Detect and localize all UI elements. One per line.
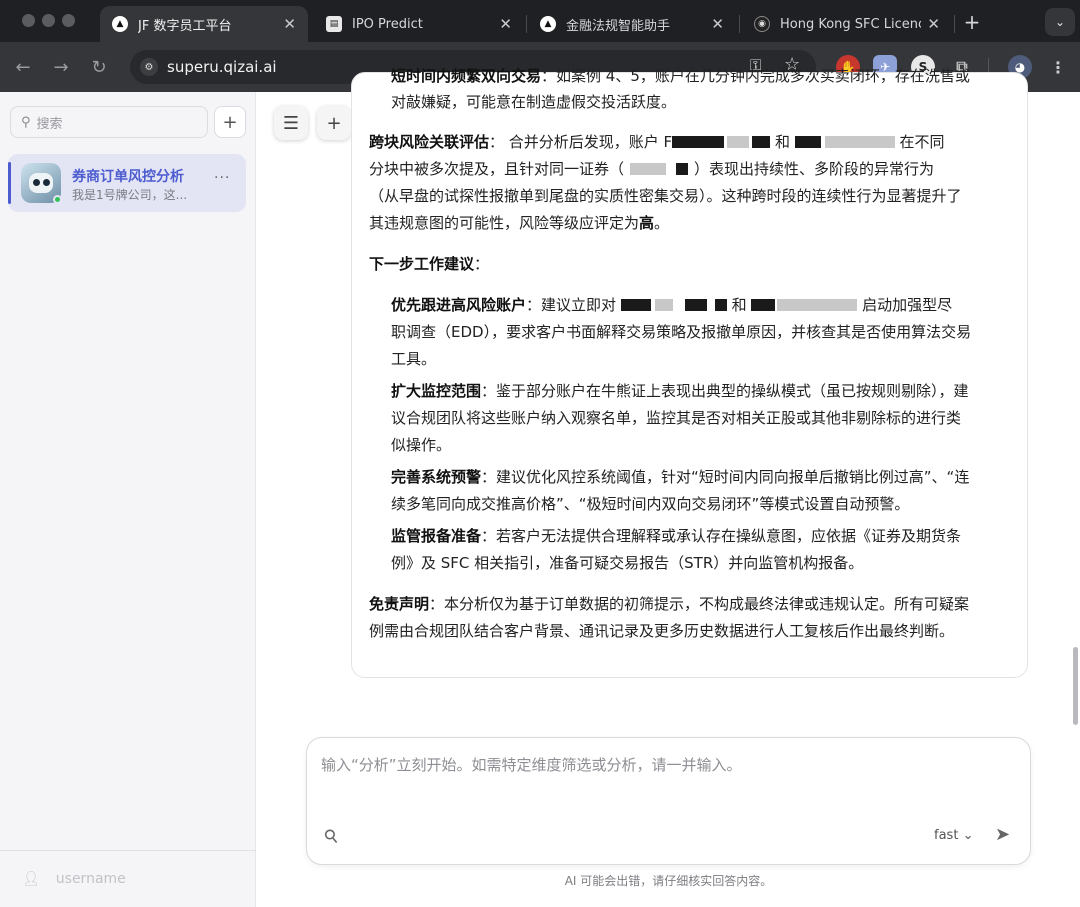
redacted-text [630,163,667,175]
url-text: superu.qizai.ai [167,58,277,76]
tab-separator [526,15,527,33]
user-icon: 👤︎ [22,871,40,887]
tab-separator [739,15,740,33]
redacted-text [777,299,858,311]
triangle-icon: ▲ [540,16,556,32]
tab-ipo-predict[interactable]: ▤ IPO Predict ✕ [314,6,524,42]
message-line: 短时间内频繁双向交易：如案例 4、5，账户在几分钟内完成多次买卖闭环，存在洗售或 [391,67,970,85]
close-icon[interactable]: ✕ [927,15,940,33]
disclaimer-line: 例需由合规团队结合客户背景、通讯记录及更多历史数据进行人工复核后作出最终判断。 [369,622,955,640]
username-label: username [55,871,126,887]
redacted-text [620,299,651,311]
message-line: 工具。 [391,350,437,368]
send-icon[interactable]: ➤ [995,824,1010,845]
sidebar: ⚲ 搜索 + 券商订单风控分析 我是1号牌公司，这... ··· 👤︎ user… [0,92,256,907]
user-profile[interactable]: 👤︎ username [0,850,256,907]
message-line: 续多笔同向成交推高价格”、“极短时间内双向交易闭环”等模式设置自动预警。 [391,495,910,513]
message-line: 分块中被多次提及，且针对同一证券（ ）表现出持续性、多阶段的异常行为 [369,160,935,178]
browser-titlebar: ▲ JF 数字员工平台 ✕ ▤ IPO Predict ✕ ▲ 金融法规智能助手… [0,0,1080,42]
disclaimer-line: 免责声明：本分析仅为基于订单数据的初筛提示，不构成最终法律或违规认定。所有可疑案 [369,595,970,613]
message-line: 完善系统预警：建议优化风控系统阈值，针对“短时间内同向报单后撤销比例过高”、“连 [391,468,970,486]
ipo-icon: ▤ [326,16,342,32]
app-window: ⚲ 搜索 + 券商订单风控分析 我是1号牌公司，这... ··· 👤︎ user… [0,67,1080,907]
search-input[interactable]: ⚲ 搜索 [10,106,208,138]
tab-sfc-licence[interactable]: ◉ Hong Kong SFC Licenc ✕ [742,6,952,42]
redacted-text [672,136,725,148]
reload-icon[interactable]: ↻ [86,54,112,80]
redacted-text [714,299,727,311]
close-icon[interactable]: ✕ [283,15,296,33]
tab-label: IPO Predict [352,16,423,32]
site-settings-icon[interactable]: ⚙ [140,58,158,76]
conversation-preview: 我是1号牌公司，这... [72,188,188,202]
tab-finance-assistant[interactable]: ▲ 金融法规智能助手 ✕ [528,6,736,42]
back-icon[interactable]: ← [10,54,36,80]
redacted-text [824,136,895,148]
message-line: 似操作。 [391,436,452,454]
tab-label: Hong Kong SFC Licenc [780,16,922,32]
message-line: 监管报备准备：若客户无法提供合理解释或承认存在操纵意图，应依据《证券及期货条 [391,527,962,545]
message-line: （从早盘的试探性报撤单到尾盘的实质性密集交易）。这种跨时段的连续性行为显著提升了 [369,187,962,205]
message-line: 职调查（EDD），要求客户书面解释交易策略及报撤单原因，并核查其是否使用算法交易 [391,323,972,341]
model-selector[interactable]: fast ⌄ [934,828,973,843]
tab-separator [954,15,955,33]
browser-menu-icon[interactable]: ⋮ [1046,55,1070,79]
triangle-icon: ▲ [112,16,128,32]
online-status-dot [53,195,62,204]
section-heading: 下一步工作建议： [369,255,490,273]
footer-disclaimer: AI 可能会出错，请仔细核实回答内容。 [564,874,773,888]
redacted-text [654,299,673,311]
tab-label: 金融法规智能助手 [566,18,671,34]
message-line: 扩大监控范围：鉴于部分账户在牛熊证上表现出典型的操纵模式（虽已按规则剔除），建 [391,382,969,400]
redacted-text [676,163,689,175]
search-placeholder: 搜索 [36,116,63,132]
window-close-button[interactable] [22,14,35,27]
attachment-paperclip-icon[interactable]: ⚲ [320,824,344,849]
chevron-down-icon: ⌄ [962,828,974,843]
window-minimize-button[interactable] [42,14,55,27]
window-zoom-button[interactable] [62,14,75,27]
assistant-message: 短时间内频繁双向交易：如案例 4、5，账户在几分钟内完成多次买卖闭环，存在洗售或… [351,67,1028,678]
message-line: 对敲嫌疑，可能意在制造虚假交投活跃度。 [391,93,677,111]
message-line: 跨块风险关联评估： 合并分析后发现，账户 F 和 在不同 [369,133,945,151]
redacted-text [727,136,750,148]
tab-jf-platform[interactable]: ▲ JF 数字员工平台 ✕ [100,6,308,42]
chat-input-placeholder[interactable]: 输入“分析”立刻开始。如需特定维度筛选或分析，请一并输入。 [321,754,742,775]
new-chat-button[interactable]: + [317,106,351,140]
menu-toggle-button[interactable]: ☰ [274,106,308,140]
new-tab-button[interactable]: + [960,10,984,34]
close-icon[interactable]: ✕ [499,15,512,33]
chat-composer[interactable]: 输入“分析”立刻开始。如需特定维度筛选或分析，请一并输入。 ⚲ fast ⌄ ➤ [306,737,1031,865]
redacted-text [752,136,771,148]
redacted-text [751,299,776,311]
tab-search-button[interactable]: ⌄ [1045,8,1075,36]
close-icon[interactable]: ✕ [711,15,724,33]
redacted-text [684,299,707,311]
tab-label: JF 数字员工平台 [138,18,232,34]
search-icon: ⚲ [21,114,31,130]
message-line: 其违规意图的可能性，风险等级应评定为高。 [369,214,670,232]
redacted-text [794,136,821,148]
active-indicator [8,162,11,204]
plus-icon: + [326,112,342,134]
conversation-item[interactable]: 券商订单风控分析 我是1号牌公司，这... ··· [8,154,246,212]
sfc-icon: ◉ [754,16,770,32]
hamburger-icon: ☰ [282,112,300,134]
message-line: 例》及 SFC 相关指引，准备可疑交易报告（STR）并向监管机构报备。 [391,554,864,572]
message-line: 优先跟进高风险账户：建议立即对 和 启动加强型尽 [391,296,953,314]
forward-icon[interactable]: → [48,54,74,80]
more-options-icon[interactable]: ··· [214,170,230,186]
conversation-title: 券商订单风控分析 [72,169,184,185]
message-line: 议合规团队将这些账户纳入观察名单，监控其是否对相关正股或其他非剔除标的进行类 [391,409,962,427]
add-conversation-button[interactable]: + [214,106,246,138]
scrollbar-thumb[interactable] [1073,647,1078,725]
